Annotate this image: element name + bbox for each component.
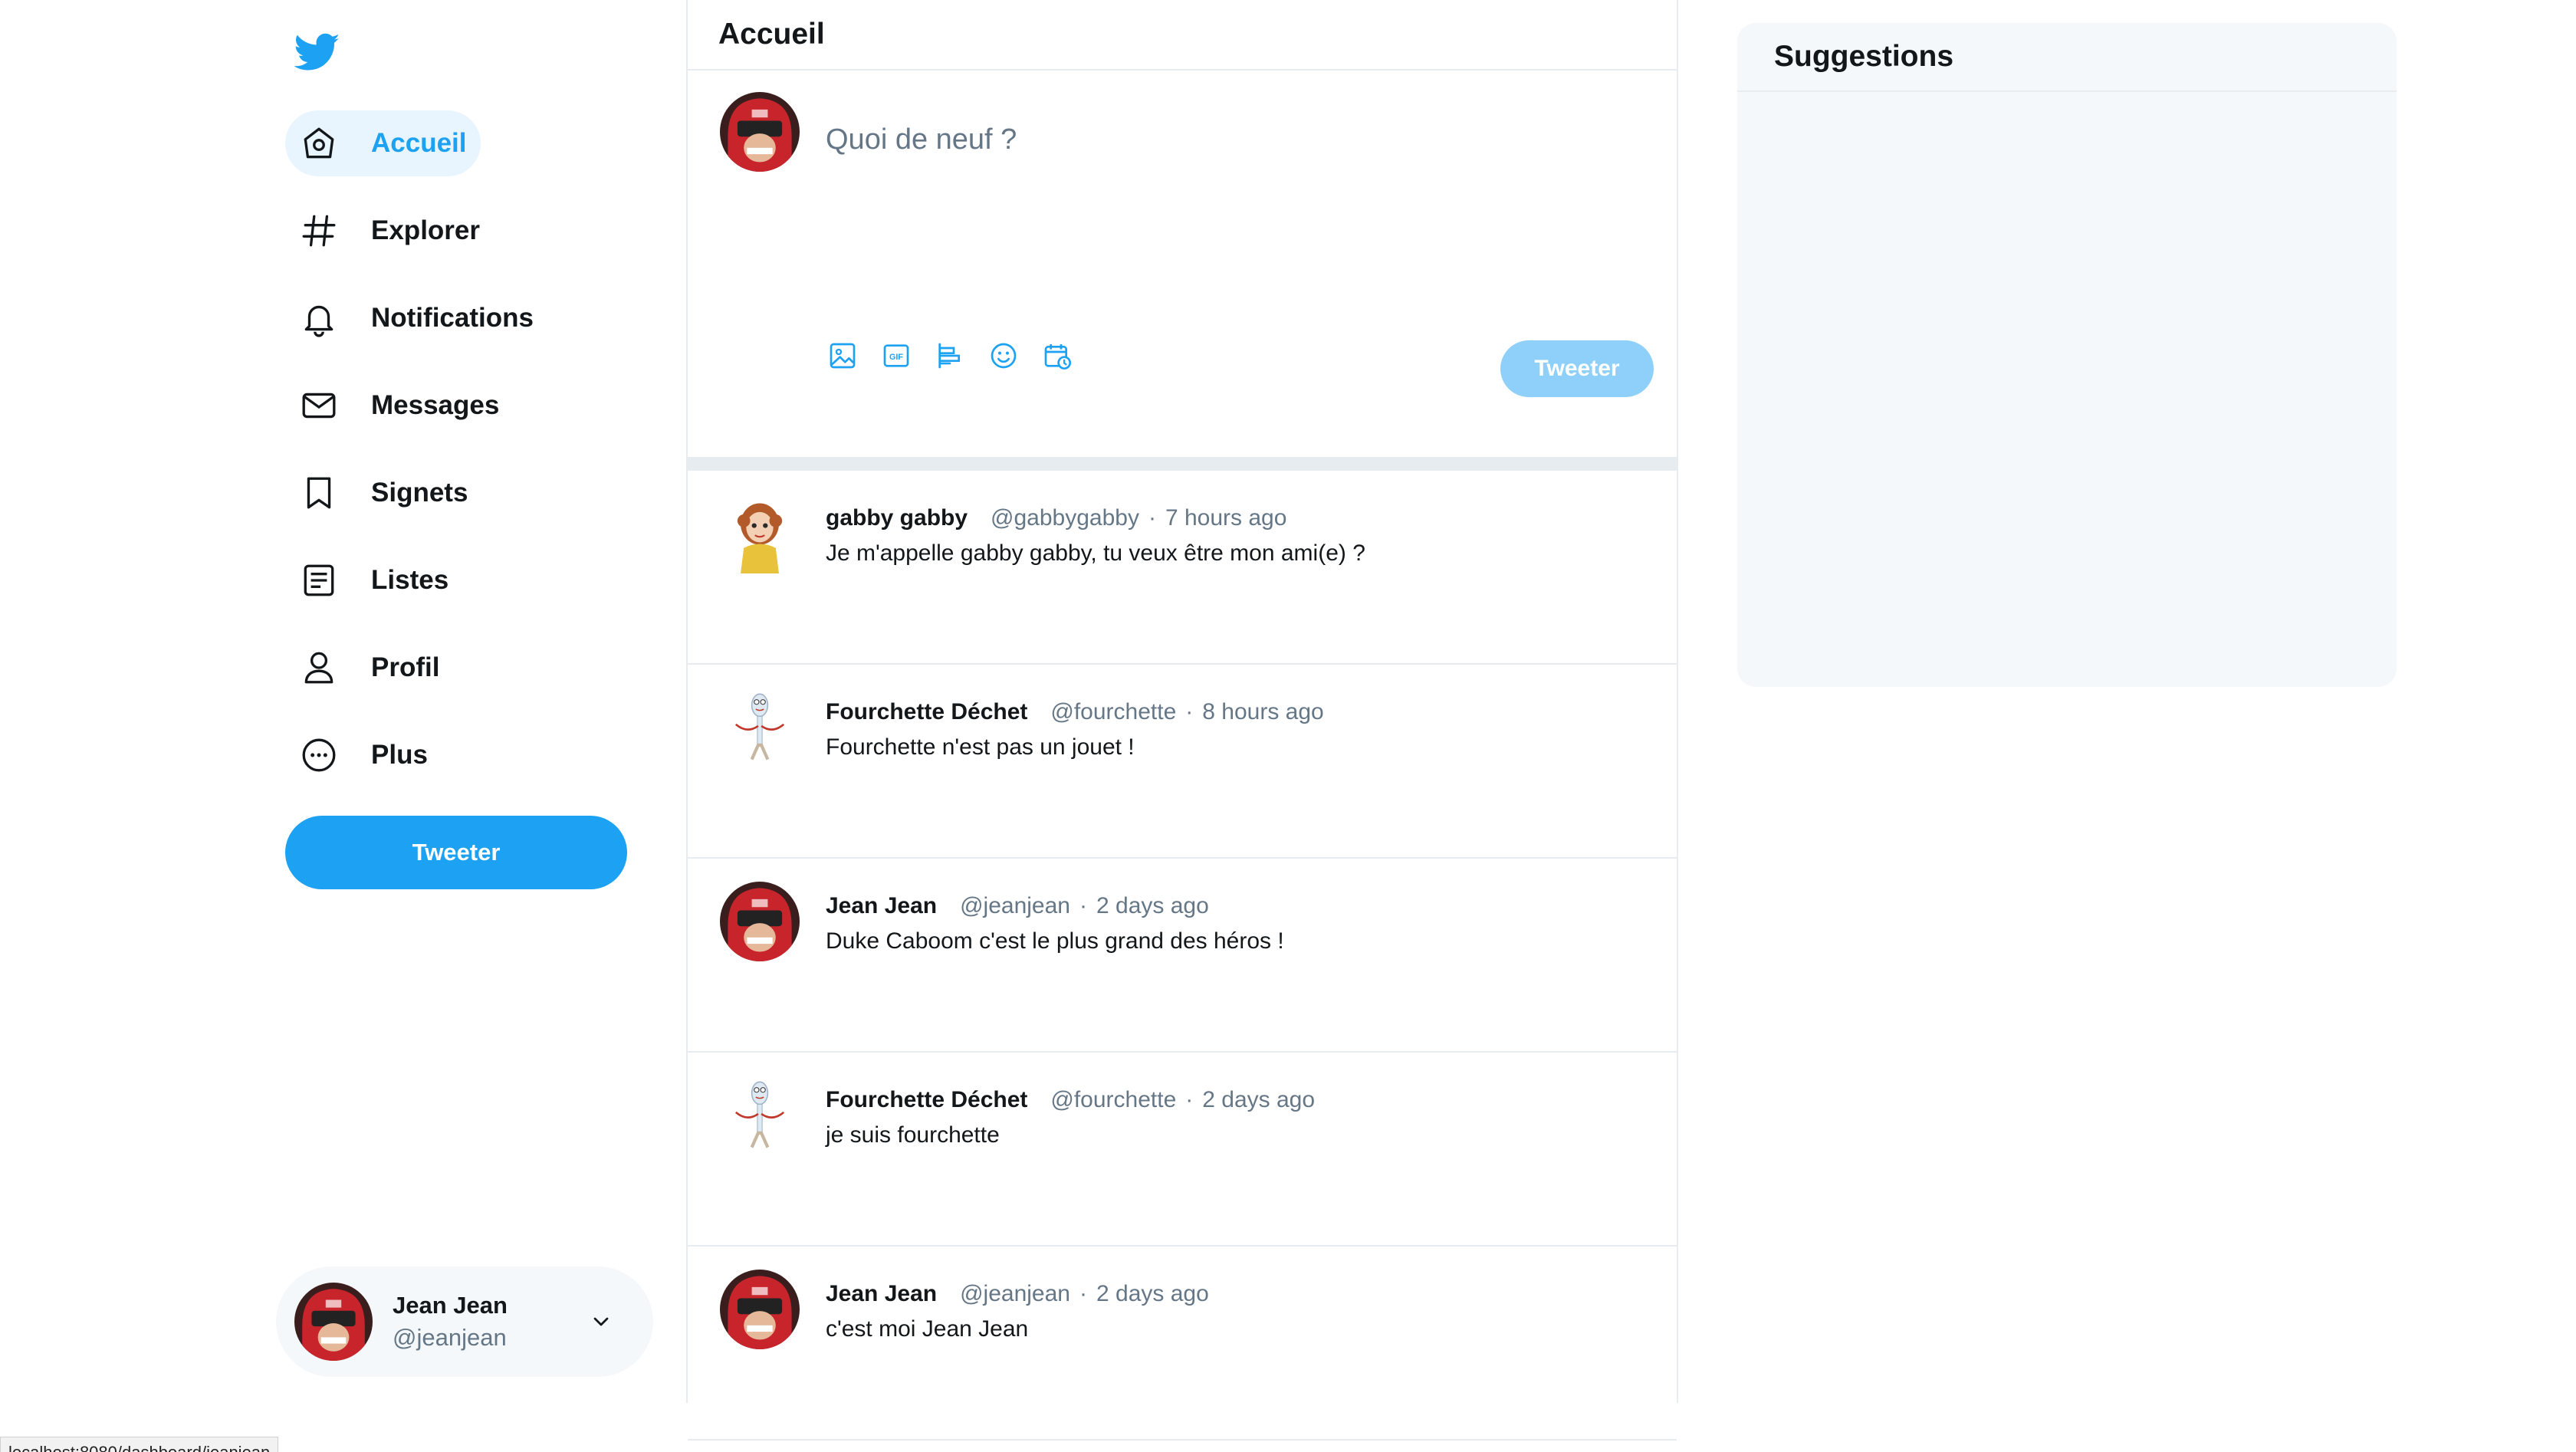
separator-dot: · (1185, 699, 1194, 724)
account-switcher[interactable]: Jean Jean @jeanjean (276, 1266, 653, 1377)
poll-icon[interactable] (933, 339, 967, 373)
image-icon[interactable] (826, 339, 859, 373)
tweet-text: Duke Caboom c'est le plus grand des héro… (826, 928, 1284, 954)
avatar[interactable] (720, 1270, 800, 1349)
tweet-header: gabby gabby @gabbygabby · 7 hours ago (826, 503, 1286, 534)
nav-item-profil[interactable]: Profil (285, 635, 453, 701)
avatar[interactable] (720, 1076, 800, 1155)
nav-item-plus[interactable]: Plus (285, 722, 442, 788)
more-circle-icon (299, 735, 339, 775)
separator-dot: · (1148, 505, 1156, 531)
tweet-header: Jean Jean @jeanjean · 2 days ago (826, 1279, 1209, 1309)
bell-icon (299, 298, 339, 338)
composer-input[interactable] (826, 109, 1638, 170)
separator-dot: · (1185, 1087, 1194, 1112)
tweet-timestamp[interactable]: 2 days ago (1096, 1279, 1209, 1309)
right-column: Suggestions (1679, 0, 2576, 1452)
account-handle: @jeanjean (393, 1324, 507, 1351)
envelope-icon (299, 386, 339, 425)
account-names: Jean Jean @jeanjean (393, 1289, 508, 1354)
composer-toolbar: GIF (826, 339, 1094, 373)
avatar (294, 1283, 373, 1361)
sidebar-tweet-button[interactable]: Tweeter (285, 816, 627, 889)
app-root: Accueil Explorer Notifications Messages (0, 0, 2576, 1452)
avatar[interactable] (720, 882, 800, 961)
nav-item-label: Profil (371, 652, 440, 682)
person-icon (299, 648, 339, 688)
svg-text:GIF: GIF (889, 353, 903, 362)
tweet-author-handle[interactable]: @jeanjean (960, 1279, 1070, 1309)
avatar[interactable] (720, 688, 800, 767)
page-title: Accueil (688, 0, 1677, 71)
main-timeline: Accueil GIF (686, 0, 1678, 1441)
nav-item-listes[interactable]: Listes (285, 547, 462, 613)
gif-icon[interactable]: GIF (879, 339, 913, 373)
tweet-item[interactable]: Jean Jean @jeanjean · 2 days ago c'est m… (688, 1247, 1677, 1441)
tweet-header: Fourchette Déchet @fourchette · 2 days a… (826, 1085, 1315, 1115)
tweet-header: Fourchette Déchet @fourchette · 8 hours … (826, 697, 1324, 728)
nav-item-label: Messages (371, 390, 500, 420)
nav-item-signets[interactable]: Signets (285, 460, 481, 526)
bookmark-icon (299, 473, 339, 513)
tweet-text: Je m'appelle gabby gabby, tu veux être m… (826, 540, 1365, 566)
nav-item-accueil[interactable]: Accueil (285, 110, 481, 176)
composer-separator (688, 457, 1677, 471)
tweet-author-handle[interactable]: @gabbygabby (991, 503, 1139, 534)
tweet-feed: gabby gabby @gabbygabby · 7 hours ago Je… (688, 471, 1677, 1441)
schedule-icon[interactable] (1040, 339, 1074, 373)
nav-item-label: Explorer (371, 215, 480, 245)
tweet-author-handle[interactable]: @fourchette (1050, 697, 1176, 728)
sidebar: Accueil Explorer Notifications Messages (0, 0, 686, 1452)
status-bar-url: localhost:8080/dashboard/jeanjean (0, 1437, 279, 1452)
nav-item-explorer[interactable]: Explorer (285, 198, 494, 264)
separator-dot: · (1079, 1281, 1087, 1306)
tweet-author-name[interactable]: Jean Jean (826, 1279, 937, 1309)
suggestions-panel: Suggestions (1737, 23, 2397, 687)
tweet-author-handle[interactable]: @jeanjean (960, 891, 1070, 921)
tweet-timestamp[interactable]: 2 days ago (1096, 891, 1209, 921)
composer-tweet-button[interactable]: Tweeter (1500, 340, 1654, 397)
tweet-author-name[interactable]: gabby gabby (826, 503, 968, 534)
nav-item-label: Signets (371, 478, 468, 508)
nav-item-label: Accueil (371, 128, 467, 158)
tweet-item[interactable]: Fourchette Déchet @fourchette · 8 hours … (688, 665, 1677, 859)
tweet-item[interactable]: Jean Jean @jeanjean · 2 days ago Duke Ca… (688, 859, 1677, 1053)
bird-icon[interactable] (294, 29, 340, 75)
tweet-author-name[interactable]: Fourchette Déchet (826, 1085, 1027, 1115)
tweet-item[interactable]: Fourchette Déchet @fourchette · 2 days a… (688, 1053, 1677, 1247)
home-icon (299, 123, 339, 163)
tweet-header: Jean Jean @jeanjean · 2 days ago (826, 891, 1209, 921)
nav-item-label: Notifications (371, 303, 534, 333)
list-icon (299, 560, 339, 600)
tweet-timestamp[interactable]: 7 hours ago (1165, 503, 1286, 534)
nav-item-messages[interactable]: Messages (285, 373, 513, 439)
tweet-text: c'est moi Jean Jean (826, 1316, 1029, 1342)
nav-item-label: Listes (371, 565, 449, 595)
avatar (720, 92, 800, 172)
tweet-composer: GIF Tweeter (688, 71, 1677, 397)
chevron-down-icon (589, 1309, 613, 1334)
tweet-timestamp[interactable]: 8 hours ago (1202, 697, 1323, 728)
tweet-text: Fourchette n'est pas un jouet ! (826, 734, 1135, 760)
tweet-text: je suis fourchette (826, 1122, 1000, 1148)
tweet-author-name[interactable]: Fourchette Déchet (826, 697, 1027, 728)
account-name: Jean Jean (393, 1292, 508, 1319)
tweet-author-handle[interactable]: @fourchette (1050, 1085, 1176, 1115)
tweet-item[interactable]: gabby gabby @gabbygabby · 7 hours ago Je… (688, 471, 1677, 665)
tweet-author-name[interactable]: Jean Jean (826, 891, 937, 921)
nav-item-notifications[interactable]: Notifications (285, 285, 547, 351)
tweet-timestamp[interactable]: 2 days ago (1202, 1085, 1315, 1115)
suggestions-title: Suggestions (1737, 23, 2397, 92)
avatar[interactable] (720, 494, 800, 573)
emoji-icon[interactable] (987, 339, 1020, 373)
hashtag-icon (299, 211, 339, 251)
nav-item-label: Plus (371, 740, 428, 770)
separator-dot: · (1079, 893, 1087, 918)
